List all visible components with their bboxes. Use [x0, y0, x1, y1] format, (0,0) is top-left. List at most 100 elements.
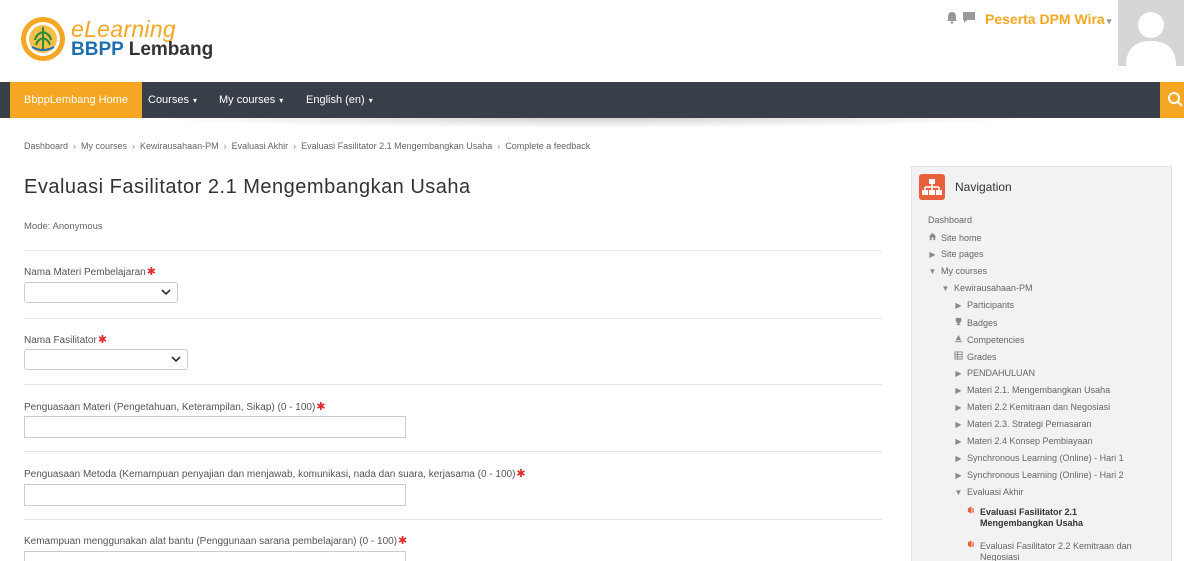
nav-node-dashboard[interactable]: Dashboard	[928, 215, 972, 226]
nav-node-label-line2: Negosiasi	[980, 552, 1020, 561]
caret-right-icon: ▶	[955, 420, 962, 429]
caret-down-icon: ▼	[954, 488, 963, 497]
caret-right-icon: ▶	[929, 250, 936, 259]
nav-node-competencies[interactable]: Competencies	[954, 334, 1025, 346]
chevron-down-icon	[161, 289, 171, 296]
nav-node-section-evaluasi[interactable]: ▼ Evaluasi Akhir	[954, 487, 1024, 498]
nav-courses-menu[interactable]: Courses ▾	[148, 82, 197, 118]
page-title: Evaluasi Fasilitator 2.1 Mengembangkan U…	[24, 176, 471, 198]
navbar-shadow	[140, 118, 1040, 128]
nav-node-section[interactable]: ▶ Synchronous Learning (Online) - Hari 1	[954, 453, 1124, 464]
feedback-mode: Mode: Anonymous	[24, 221, 103, 232]
nav-node-my-courses[interactable]: ▼ My courses	[928, 266, 987, 277]
nav-my-courses-label: My courses	[219, 94, 276, 106]
breadcrumb-separator-icon: ›	[293, 141, 297, 151]
breadcrumb-item[interactable]: Dashboard	[24, 141, 68, 151]
nav-node-label: Materi 2.1. Mengembangkan Usaha	[967, 385, 1111, 395]
nav-language-menu[interactable]: English (en) ▾	[306, 82, 373, 118]
nav-node-site-pages[interactable]: ▶ Site pages	[928, 249, 983, 260]
breadcrumb-item[interactable]: Evaluasi Fasilitator 2.1 Mengembangkan U…	[301, 141, 492, 151]
messages-icon[interactable]	[962, 10, 976, 24]
nav-node-label: Materi 2.2 Kemitraan dan Negosiasi	[967, 402, 1111, 412]
nav-node-label: Dashboard	[928, 215, 973, 225]
required-icon: ✱	[146, 266, 156, 278]
question-label: Kemampuan menggunakan alat bantu (Penggu…	[24, 534, 407, 547]
nav-node-section[interactable]: ▶ Materi 2.1. Mengembangkan Usaha	[954, 385, 1110, 396]
nav-node-label: Participants	[967, 300, 1015, 310]
nav-node-label: Materi 2.4 Konsep Pembiayaan	[967, 436, 1093, 446]
nav-language-label: English (en)	[306, 94, 365, 106]
question-label: Penguasaan Materi (Pengetahuan, Keteramp…	[24, 400, 326, 413]
nav-node-section[interactable]: ▶ Synchronous Learning (Online) - Hari 2	[954, 470, 1123, 481]
penguasaan-metoda-input[interactable]	[24, 484, 406, 506]
caret-right-icon: ▶	[955, 369, 962, 378]
chevron-down-icon: ▾	[192, 96, 197, 105]
divider	[24, 519, 882, 520]
nav-node-label: Synchronous Learning (Online) - Hari 1	[967, 453, 1124, 463]
nav-node-label: Competencies	[967, 335, 1025, 345]
user-name: Peserta DPM Wira	[985, 11, 1105, 27]
caret-down-icon: ▼	[941, 284, 950, 293]
fasilitator-select[interactable]	[24, 349, 188, 370]
breadcrumb-item[interactable]: Kewirausahaan-PM	[140, 141, 219, 151]
question-text: Nama Materi Pembelajaran	[24, 267, 146, 278]
nav-node-badges[interactable]: Badges	[954, 317, 998, 329]
nav-node-section[interactable]: ▶ PENDAHULUAN	[954, 368, 1035, 379]
navigation-block-title: Navigation	[955, 180, 1012, 194]
chevron-down-icon	[171, 356, 181, 363]
user-menu-toggle[interactable]: Peserta DPM Wira ▾	[985, 11, 1111, 27]
default-avatar-icon	[1118, 0, 1184, 66]
user-menu-caret-icon: ▾	[1106, 16, 1112, 26]
notification-bell-icon[interactable]	[945, 10, 959, 24]
nav-node-section[interactable]: ▶ Materi 2.3. Strategi Pemasaran	[954, 419, 1091, 430]
breadcrumb-separator-icon: ›	[497, 141, 501, 151]
caret-right-icon: ▶	[955, 301, 962, 310]
nav-node-grades[interactable]: Grades	[954, 351, 997, 363]
required-icon: ✱	[316, 401, 326, 413]
site-logo[interactable]: eLearning BBPP Lembang	[20, 12, 230, 68]
materi-select[interactable]	[24, 282, 178, 303]
logo-subtitle-lembang: Lembang	[128, 39, 214, 60]
penguasaan-materi-input[interactable]	[24, 416, 406, 438]
search-icon	[1168, 92, 1183, 107]
breadcrumb-item[interactable]: My courses	[81, 141, 127, 151]
nav-node-activity-current[interactable]: Evaluasi Fasilitator 2.1 Mengembangkan Us…	[967, 505, 1083, 529]
question-label: Penguasaan Metoda (Kemampuan penyajian d…	[24, 467, 526, 480]
nav-node-label: Evaluasi Fasilitator 2.1	[980, 507, 1078, 517]
nav-node-site-home[interactable]: Site home	[928, 232, 982, 244]
nav-node-section[interactable]: ▶ Materi 2.2 Kemitraan dan Negosiasi	[954, 402, 1110, 413]
divider	[24, 318, 882, 319]
search-button[interactable]	[1160, 82, 1184, 118]
caret-right-icon: ▶	[955, 386, 962, 395]
alat-bantu-input[interactable]	[24, 551, 406, 561]
breadcrumb: Dashboard › My courses › Kewirausahaan-PM › Ev…	[24, 141, 590, 151]
avatar[interactable]	[1118, 0, 1184, 66]
nav-node-activity[interactable]: Evaluasi Fasilitator 2.2 Kemitraan dan Ne…	[967, 539, 1132, 561]
nav-node-course[interactable]: ▼ Kewirausahaan-PM	[941, 283, 1033, 294]
caret-right-icon: ▶	[955, 471, 962, 480]
caret-right-icon: ▶	[955, 454, 962, 463]
divider	[24, 384, 882, 385]
caret-right-icon: ▶	[955, 403, 962, 412]
navigation-block-header: Navigation	[919, 174, 1159, 200]
nav-home-link[interactable]: BbppLembang Home	[10, 82, 142, 118]
required-icon: ✱	[97, 334, 108, 346]
nav-node-participants[interactable]: ▶ Participants	[954, 300, 1014, 311]
chevron-down-icon: ▾	[279, 96, 284, 105]
navigation-block: Navigation Dashboard Site home ▶ Site pag…	[911, 166, 1172, 561]
nav-node-section[interactable]: ▶ Materi 2.4 Konsep Pembiayaan	[954, 436, 1093, 447]
nav-node-label: PENDAHULUAN	[967, 368, 1036, 378]
question-text: Kemampuan menggunakan alat bantu (Penggu…	[24, 536, 398, 547]
competency-icon	[954, 334, 963, 343]
bbpp-emblem-icon	[21, 17, 65, 61]
breadcrumb-item-current: Complete a feedback	[505, 141, 591, 151]
nav-my-courses-menu[interactable]: My courses ▾	[219, 82, 283, 118]
required-icon: ✱	[516, 468, 526, 480]
logo-subtitle: BBPP Lembang	[71, 39, 213, 61]
question-text: Penguasaan Metoda (Kemampuan penyajian d…	[24, 469, 516, 480]
grades-icon	[954, 351, 963, 360]
question-label: Nama Fasilitator✱	[24, 333, 107, 346]
nav-node-label: Grades	[967, 352, 997, 362]
feedback-icon	[967, 540, 974, 548]
breadcrumb-item[interactable]: Evaluasi Akhir	[232, 141, 289, 151]
